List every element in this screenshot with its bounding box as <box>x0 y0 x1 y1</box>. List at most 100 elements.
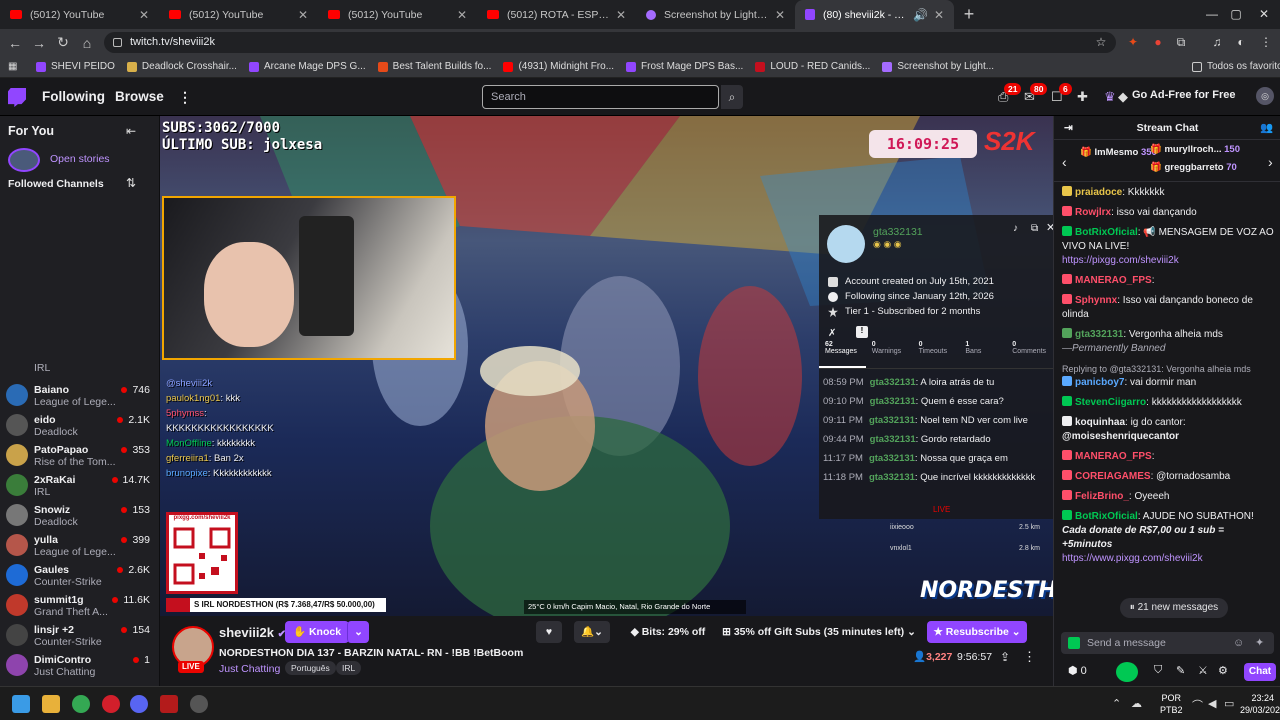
open-stories-link[interactable]: Open stories <box>50 153 110 165</box>
sidebar-channel[interactable]: 2xRaKai IRL 14.7K <box>6 470 156 500</box>
back-icon[interactable]: ← <box>3 35 27 51</box>
chat-username[interactable]: COREIAGAMES <box>1075 471 1151 482</box>
chat-username[interactable]: MANERAO_FPS <box>1075 451 1152 462</box>
tray-up-icon[interactable]: ⌃ <box>1112 697 1121 710</box>
collapse-sidebar-icon[interactable]: ⇤ <box>126 124 136 138</box>
url-field[interactable]: twitch.tv/sheviii2k <box>104 32 1116 53</box>
close-tab-icon[interactable]: ✕ <box>298 8 308 22</box>
chat-username[interactable]: BotRixOficial <box>1075 227 1138 238</box>
extension-icon[interactable]: ● <box>1149 33 1167 51</box>
user-avatar[interactable]: ◎ <box>1256 87 1274 105</box>
apps-icon[interactable]: ▦ <box>8 61 20 72</box>
chat-username[interactable]: StevenCiigarro <box>1075 397 1146 408</box>
browser-tab[interactable]: Screenshot by Lightshot ✕ <box>636 0 795 29</box>
bits-button[interactable]: ◆ Bits: 29% off <box>622 621 714 643</box>
input-language[interactable]: POR PTB2 <box>1160 692 1183 716</box>
bookmark-item[interactable]: LOUD - RED Canids... <box>755 61 870 72</box>
chat-send-button[interactable]: Chat <box>1244 663 1276 681</box>
chat-badge-icon[interactable] <box>1068 637 1080 649</box>
sidebar-channel[interactable]: Gaules Counter-Strike 2.6K <box>6 560 156 590</box>
warn-icon[interactable]: ! <box>856 326 868 338</box>
extension-icon[interactable]: ✦ <box>1124 33 1142 51</box>
chat-username[interactable]: FelizBrino_ <box>1075 491 1129 502</box>
video-player[interactable]: SUBS:3062/7000 ÚLTIMO SUB: jolxesa 16:09… <box>160 116 1053 616</box>
chrome-menu-icon[interactable]: ⋮ <box>1257 33 1275 51</box>
tag-portugues[interactable]: Português <box>285 661 336 675</box>
all-bookmarks-folder[interactable]: Todos os favoritos <box>1192 61 1280 72</box>
channel-name[interactable]: sheviii2k <box>219 625 274 640</box>
chat-username[interactable]: praiadoce <box>1075 187 1122 198</box>
sidebar-channel[interactable]: yulla League of Lege... 399 <box>6 530 156 560</box>
prime-crown-icon[interactable]: ♛ <box>1104 89 1116 105</box>
profile-avatar[interactable]: ◐ <box>1232 33 1250 51</box>
twitch-logo-icon[interactable] <box>8 88 26 107</box>
reload-icon[interactable]: ↻ <box>51 34 75 51</box>
top-gifter[interactable]: 🎁 ImMesmo 350 <box>1080 147 1157 158</box>
search-icon[interactable]: ⌕ <box>721 85 743 109</box>
chat-username[interactable]: Rowjlrx <box>1075 207 1111 218</box>
sidebar-channel[interactable]: DimiContro Just Chatting 1 <box>6 650 156 680</box>
stat-tab-comments[interactable]: 0 Comments <box>1006 341 1053 368</box>
stat-tab-timeouts[interactable]: 0 Timeouts <box>913 341 960 368</box>
opera-icon[interactable] <box>102 695 120 713</box>
browser-tab[interactable]: (5012) ROTA - ESPECIAL #17 - Y ✕ <box>477 0 636 29</box>
top-gifter[interactable]: 🎁 greggbarreto 70 <box>1150 162 1237 173</box>
bookmark-item[interactable]: Frost Mage DPS Bas... <box>626 61 743 72</box>
ban-icon[interactable]: ✗ <box>828 328 836 339</box>
speaker-icon[interactable]: 🔊 <box>913 8 928 22</box>
follow-heart-icon[interactable]: ♥ <box>536 621 562 643</box>
chat-username[interactable]: BotRixOficial <box>1075 511 1138 522</box>
chat-mention[interactable]: @moiseshenriquecantor <box>1062 430 1276 444</box>
stat-tab-bans[interactable]: 1 Bans <box>959 341 1006 368</box>
gift-subs-button[interactable]: ⊞ 35% off Gift Subs (35 minutes left) ⌄ <box>718 621 920 643</box>
browser-tab[interactable]: (5012) YouTube ✕ <box>318 0 477 29</box>
discord-icon[interactable] <box>130 695 148 713</box>
mod-view-icon[interactable]: ⚔ <box>1198 664 1208 677</box>
bookmark-item[interactable]: SHEVI PEIDO <box>36 61 115 72</box>
system-clock[interactable]: 23:24 29/03/2026 <box>1240 692 1280 716</box>
stream-category[interactable]: Just Chatting <box>219 663 280 675</box>
viewer-username[interactable]: gta332131 <box>873 226 923 238</box>
resubscribe-button[interactable]: ★ Resubscribe ⌄ <box>927 621 1027 643</box>
bookmark-star-icon[interactable]: ☆ <box>1092 33 1110 51</box>
chat-link[interactable]: https://www.pixgg.com/sheviii2k <box>1062 553 1203 564</box>
site-info-icon[interactable] <box>113 38 122 47</box>
sidebar-channel[interactable]: summit1g Grand Theft A... 11.6K <box>6 590 156 620</box>
chat-link[interactable]: https://pixgg.com/sheviii2k <box>1062 255 1179 266</box>
close-tab-icon[interactable]: ✕ <box>934 8 944 22</box>
home-icon[interactable]: ⌂ <box>75 35 99 51</box>
chat-username[interactable]: gta332131 <box>1075 329 1123 340</box>
channel-points-icon[interactable]: ⬢ 0 <box>1068 664 1087 677</box>
browser-tab[interactable]: (80) sheviii2k - Twitch 🔊 ✕ <box>795 0 954 29</box>
emote-picker-icon[interactable]: ☺ <box>1233 632 1244 654</box>
app-icon[interactable] <box>160 695 178 713</box>
close-tab-icon[interactable]: ✕ <box>616 8 626 22</box>
close-tab-icon[interactable]: ✕ <box>457 8 467 22</box>
close-card-icon[interactable]: ✕ <box>1046 221 1053 234</box>
more-options-icon[interactable]: ⋮ <box>1023 649 1036 665</box>
start-icon[interactable] <box>12 695 30 713</box>
media-control-icon[interactable]: ♫ <box>1208 33 1226 51</box>
bits-icon[interactable]: ◆ <box>1118 89 1128 105</box>
more-menu-icon[interactable]: ⋮ <box>178 89 192 106</box>
forward-icon[interactable]: → <box>27 35 51 51</box>
bookmark-item[interactable]: (4931) Midnight Fro... <box>503 61 614 72</box>
onedrive-icon[interactable]: ☁ <box>1131 697 1142 710</box>
chat-username[interactable]: panicboy7 <box>1075 377 1124 388</box>
new-messages-button[interactable]: ⏸ 21 new messages <box>1120 598 1228 618</box>
tag-irl[interactable]: IRL <box>336 661 362 675</box>
close-tab-icon[interactable]: ✕ <box>139 8 149 22</box>
bell-icon[interactable]: ♪ <box>1013 223 1018 234</box>
chat-username[interactable]: Sphynnx <box>1075 295 1117 306</box>
bookmark-item[interactable]: Arcane Mage DPS G... <box>248 61 366 72</box>
chat-username[interactable]: koquinhaa <box>1075 417 1125 428</box>
go-ad-free-button[interactable]: Go Ad-Free for Free <box>1132 89 1236 101</box>
sidebar-channel[interactable]: Snowiz Deadlock 153 <box>6 500 156 530</box>
browser-tab[interactable]: (5012) YouTube ✕ <box>0 0 159 29</box>
sort-icon[interactable]: ⇅ <box>126 176 136 190</box>
following-link[interactable]: Following <box>42 89 105 104</box>
network-icon[interactable]: ⌒ <box>1192 697 1203 713</box>
chrome-icon[interactable] <box>72 695 90 713</box>
browser-tab[interactable]: (5012) YouTube ✕ <box>159 0 318 29</box>
sidebar-channel[interactable]: Baiano League of Lege... 746 <box>6 380 156 410</box>
